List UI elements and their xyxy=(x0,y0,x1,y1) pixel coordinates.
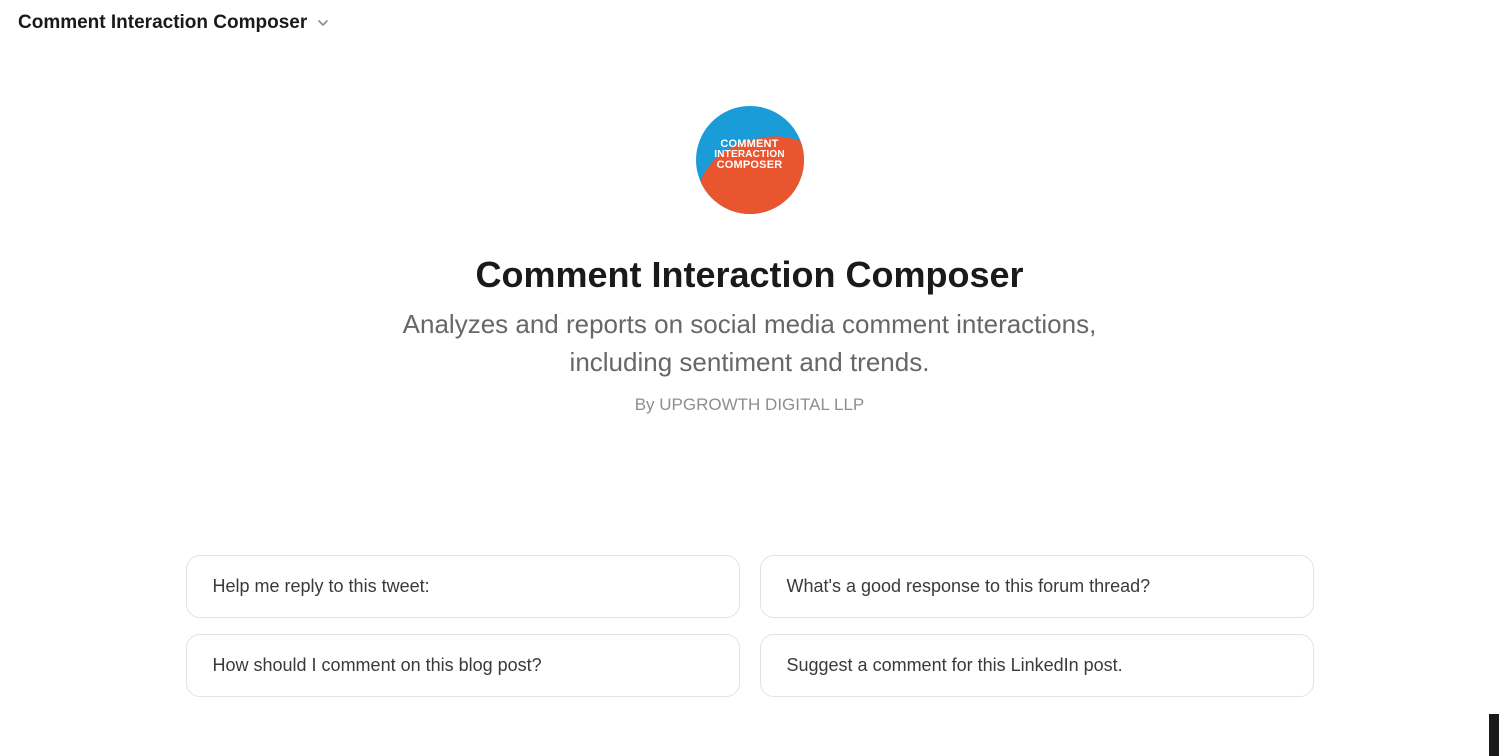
prompt-card-blog-post[interactable]: How should I comment on this blog post? xyxy=(186,634,740,697)
scrollbar[interactable] xyxy=(1489,714,1499,756)
page-title: Comment Interaction Composer xyxy=(475,254,1023,296)
author-byline: By UPGROWTH DIGITAL LLP xyxy=(635,395,865,415)
prompt-suggestions: Help me reply to this tweet: What's a go… xyxy=(186,555,1314,697)
logo-text: COMMENT INTERACTION COMPOSER xyxy=(714,139,785,171)
prompt-card-forum-thread[interactable]: What's a good response to this forum thr… xyxy=(760,555,1314,618)
chevron-down-icon[interactable] xyxy=(315,15,331,31)
prompt-card-reply-tweet[interactable]: Help me reply to this tweet: xyxy=(186,555,740,618)
prompt-card-linkedin[interactable]: Suggest a comment for this LinkedIn post… xyxy=(760,634,1314,697)
logo-text-line3: COMPOSER xyxy=(714,160,785,171)
header: Comment Interaction Composer xyxy=(0,0,1499,46)
app-logo: COMMENT INTERACTION COMPOSER xyxy=(696,106,804,214)
main-content: COMMENT INTERACTION COMPOSER Comment Int… xyxy=(0,46,1499,697)
header-title[interactable]: Comment Interaction Composer xyxy=(18,12,307,34)
page-subtitle: Analyzes and reports on social media com… xyxy=(400,306,1100,381)
